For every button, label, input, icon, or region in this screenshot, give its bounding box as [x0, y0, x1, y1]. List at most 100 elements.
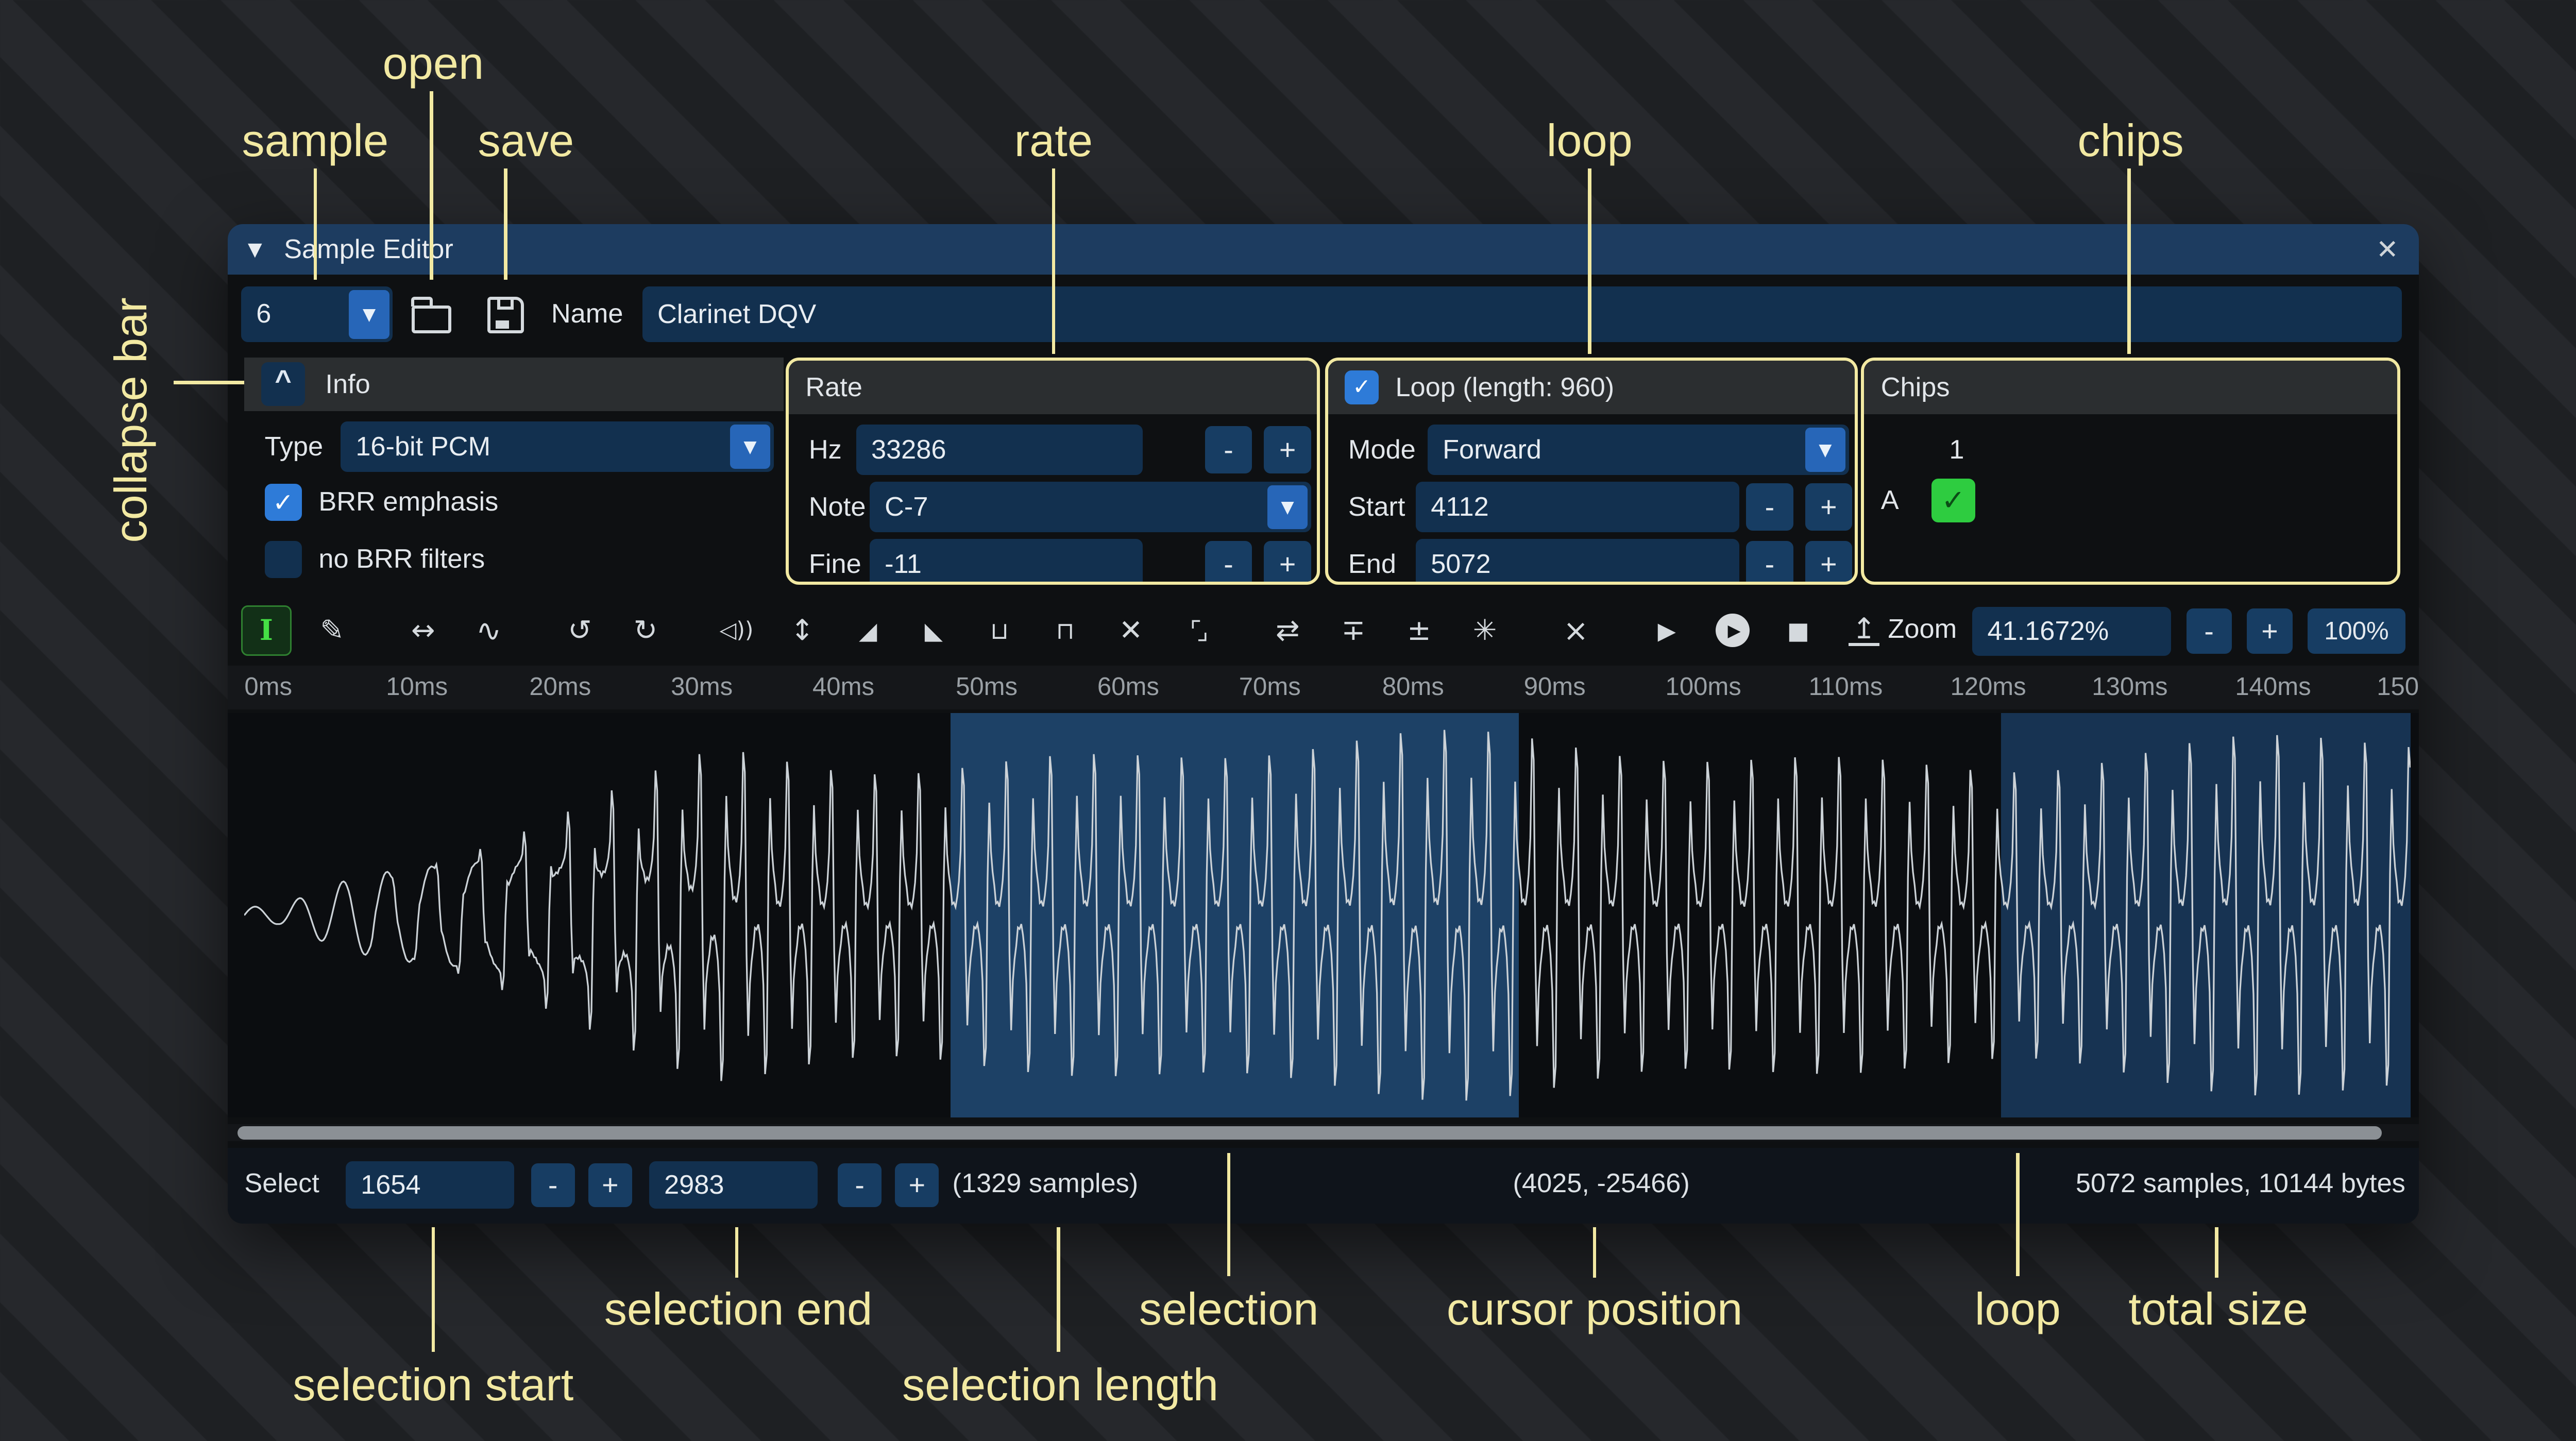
annotation-line-selection [1227, 1153, 1231, 1276]
name-label: Name [551, 286, 623, 342]
selection-end-decrement-button[interactable]: - [838, 1163, 882, 1207]
collapse-bar-button[interactable]: ^ [261, 362, 305, 406]
waveform-canvas[interactable] [228, 713, 2419, 1117]
loop-start-decrement-button[interactable]: - [1746, 483, 1793, 531]
chevron-down-icon[interactable]: ▼ [1805, 428, 1846, 471]
sign-flip-button[interactable]: ± [1394, 605, 1444, 656]
loop-panel-header: ✓ Loop (length: 960) [1328, 361, 1855, 415]
zoom-in-button[interactable]: + [2247, 608, 2292, 654]
selection-start-increment-button[interactable]: + [588, 1163, 632, 1207]
annotation-line-loop-region [2016, 1153, 2020, 1276]
annotation-line-chips [2127, 168, 2131, 354]
annotation-save: save [430, 114, 622, 167]
type-dropdown[interactable]: 16-bit PCM ▼ [341, 421, 774, 472]
zoom-input[interactable] [1972, 607, 2171, 656]
selection-start-decrement-button[interactable]: - [531, 1163, 575, 1207]
fade-out-icon: ◣ [925, 617, 943, 645]
normalize-button[interactable]: ↕ [777, 605, 827, 656]
name-input[interactable] [642, 286, 2402, 342]
annotation-line-collapse-bar [174, 381, 244, 384]
titlebar[interactable]: ▼ Sample Editor ✕ [228, 224, 2419, 275]
timeline-ruler[interactable]: 0ms 10ms 20ms 30ms 40ms 50ms 60ms 70ms 8… [228, 666, 2419, 709]
sample-selector[interactable]: 6 ▼ [241, 286, 393, 342]
fine-decrement-button[interactable]: - [1205, 541, 1252, 585]
loop-start-increment-button[interactable]: + [1805, 483, 1853, 531]
close-button[interactable]: ✕ [2376, 234, 2399, 265]
filter-button[interactable]: ✳ [1460, 605, 1510, 656]
crossfade-button[interactable]: ⨯ [1551, 605, 1601, 656]
normalize-icon: ↕ [790, 614, 815, 647]
annotation-line-selection-start [432, 1227, 435, 1352]
upload-button[interactable]: ↥ [1839, 605, 1889, 656]
resample-button[interactable]: ∿ [464, 605, 514, 656]
hz-increment-button[interactable]: + [1264, 426, 1311, 473]
insert-silence-button[interactable]: ⊔ [974, 605, 1025, 656]
note-dropdown[interactable]: C-7 ▼ [870, 482, 1311, 532]
zoom-out-button[interactable]: - [2187, 608, 2232, 654]
zoom-reset-button[interactable]: 100% [2308, 608, 2405, 654]
timeline-tick: 90ms [1524, 672, 1586, 701]
loop-start-input[interactable] [1416, 482, 1739, 532]
timeline-tick: 20ms [529, 672, 591, 701]
draw-mode-button[interactable]: ✎ [307, 605, 357, 656]
reverse-button[interactable]: ⇄ [1262, 605, 1313, 656]
selection-start-input[interactable] [346, 1161, 514, 1209]
amplify-button[interactable]: ◁)) [711, 605, 762, 656]
check-icon: ✓ [1345, 370, 1378, 404]
brr-emphasis-checkbox[interactable]: ✓ [265, 484, 302, 521]
selection-end-input[interactable] [649, 1161, 818, 1209]
amplify-icon: ◁)) [720, 618, 754, 643]
annotation-selection-start: selection start [248, 1359, 619, 1411]
chip-a-checkbox[interactable]: ✓ [1931, 479, 1975, 522]
trim-button[interactable]: ⌜⌟ [1172, 605, 1222, 656]
preview-button[interactable]: ▶ [1641, 605, 1692, 656]
selection-length-text: (1329 samples) [953, 1168, 1139, 1199]
loop-enable-checkbox[interactable]: ✓ [1345, 370, 1378, 404]
reverse-icon: ⇄ [1276, 614, 1300, 647]
invert-button[interactable]: ∓ [1328, 605, 1379, 656]
mode-label: Mode [1348, 425, 1416, 475]
chips-panel-title: Chips [1881, 372, 1950, 403]
apply-silence-button[interactable]: ⊓ [1040, 605, 1090, 656]
loop-mode-dropdown[interactable]: Forward ▼ [1428, 425, 1849, 475]
fine-input[interactable] [870, 539, 1143, 585]
total-size-text: 5072 samples, 10144 bytes [2076, 1168, 2405, 1199]
annotation-loop-region: loop [1883, 1283, 2153, 1335]
loop-end-input[interactable] [1416, 539, 1739, 585]
stop-button[interactable]: ■ [1773, 605, 1823, 656]
delete-button[interactable]: ✕ [1106, 605, 1156, 656]
edit-mode-button[interactable]: I [241, 605, 292, 656]
loop-mode-value: Forward [1443, 425, 1541, 475]
scrollbar-thumb[interactable] [238, 1126, 2382, 1140]
resize-button[interactable]: ↔ [398, 605, 448, 656]
save-button[interactable] [480, 290, 531, 341]
filter-icon: ✳ [1473, 614, 1497, 647]
fine-increment-button[interactable]: + [1264, 541, 1311, 585]
hz-decrement-button[interactable]: - [1205, 426, 1252, 473]
chevron-down-icon[interactable]: ▼ [1267, 485, 1308, 529]
chevron-down-icon[interactable]: ▼ [349, 290, 389, 339]
timeline-tick: 10ms [386, 672, 448, 701]
chevron-down-icon[interactable]: ▼ [730, 425, 771, 468]
window-title: Sample Editor [284, 234, 453, 265]
fade-out-button[interactable]: ◣ [908, 605, 959, 656]
check-icon: ✓ [265, 484, 302, 521]
timeline-tick: 70ms [1239, 672, 1301, 701]
loop-end-decrement-button[interactable]: - [1746, 541, 1793, 585]
timeline-tick: 110ms [1809, 672, 1883, 701]
loop-end-increment-button[interactable]: + [1805, 541, 1853, 585]
undo-button[interactable]: ↺ [554, 605, 605, 656]
horizontal-scrollbar[interactable] [228, 1124, 2419, 1141]
play-position-button[interactable]: ▶ [1707, 605, 1758, 656]
redo-button[interactable]: ↻ [620, 605, 671, 656]
no-brr-filters-checkbox[interactable] [265, 541, 302, 578]
window-collapse-icon[interactable]: ▼ [248, 239, 262, 260]
fade-in-button[interactable]: ◢ [843, 605, 893, 656]
selection-end-increment-button[interactable]: + [895, 1163, 939, 1207]
preview-icon: ▶ [1658, 617, 1676, 645]
annotation-selection-length: selection length [873, 1359, 1247, 1411]
open-button[interactable] [406, 290, 456, 341]
timeline-tick: 50ms [956, 672, 1018, 701]
hz-input[interactable] [856, 425, 1143, 475]
annotation-line-selection-end [735, 1227, 739, 1278]
